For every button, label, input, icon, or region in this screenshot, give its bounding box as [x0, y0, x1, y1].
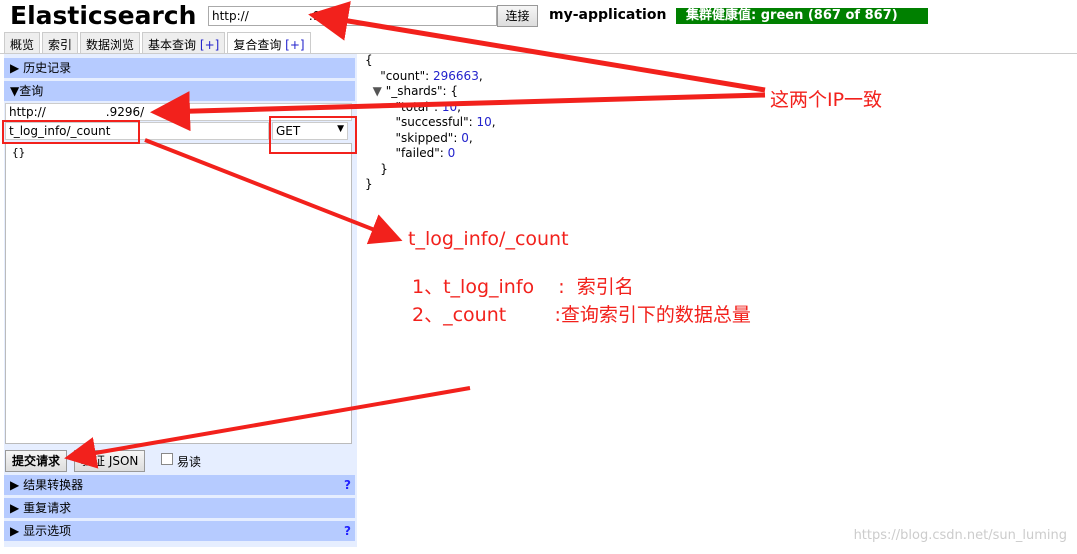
arrow: [308, 1, 766, 93]
annotation-line1: 1、t_log_info : 索引名: [412, 276, 634, 298]
arrow: [144, 138, 403, 245]
watermark: https://blog.csdn.net/sun_luming: [853, 528, 1067, 543]
annotation-same-ip: 这两个IP一致: [770, 89, 883, 111]
arrow: [64, 386, 471, 469]
annotation-path: t_log_info/_count: [408, 228, 569, 250]
annotation-line2: 2、_count :查询索引下的数据总量: [412, 304, 751, 326]
arrow: [150, 91, 766, 132]
highlight-box: [2, 120, 140, 144]
highlight-box: [269, 116, 357, 154]
